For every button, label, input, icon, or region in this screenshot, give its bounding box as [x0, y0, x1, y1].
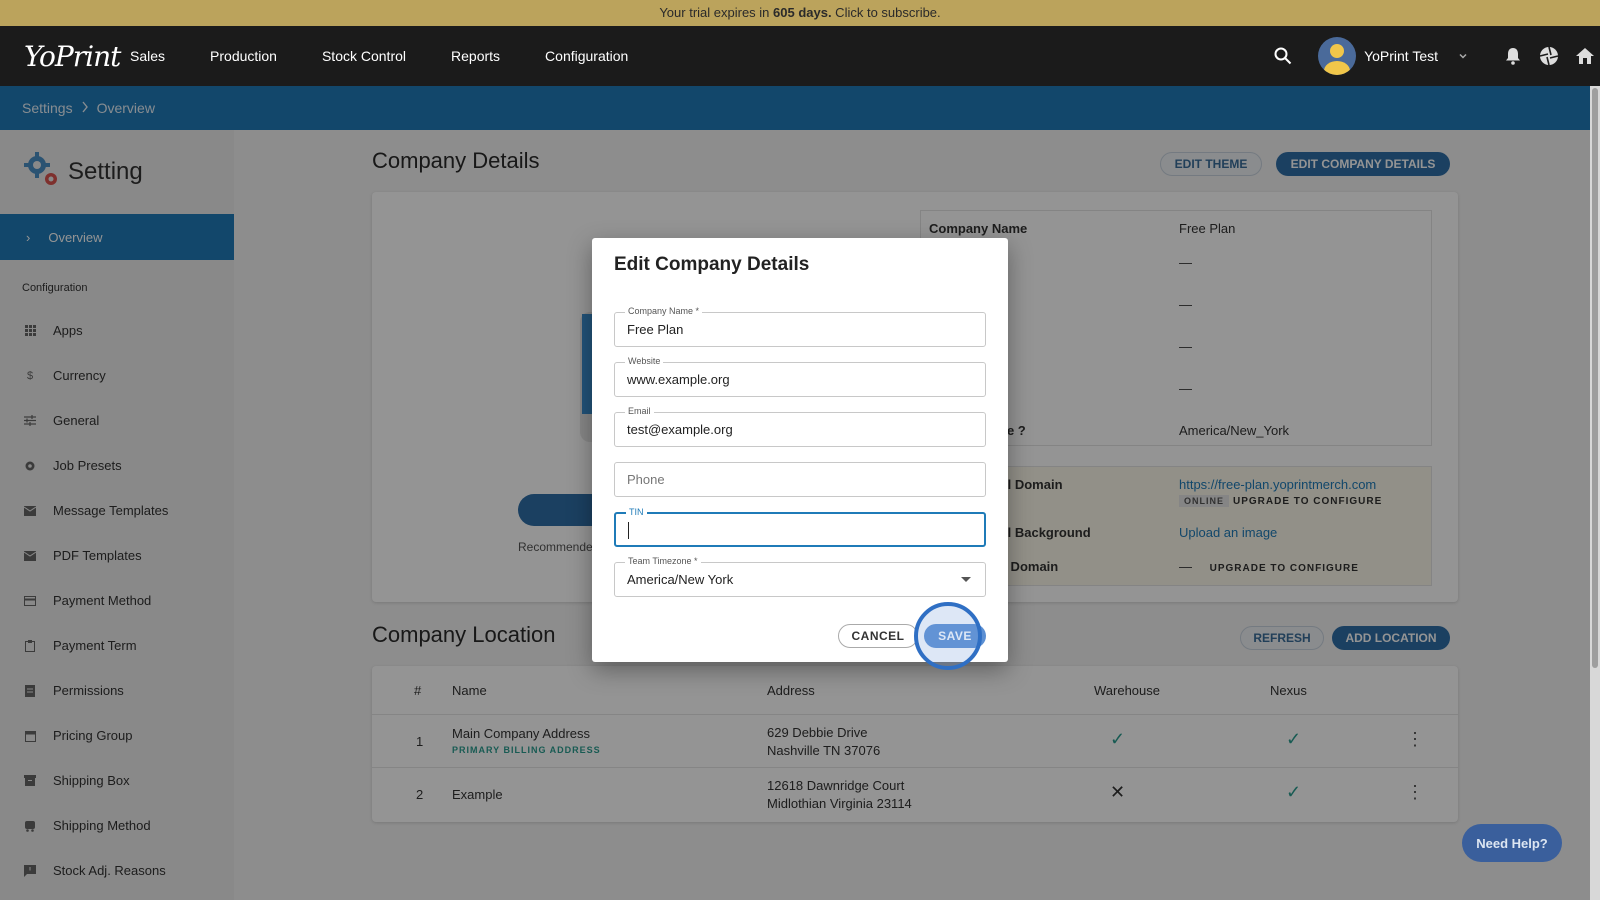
yoprint-logo[interactable]: YoPrint	[24, 40, 130, 73]
website-field[interactable]: Website www.example.org	[614, 356, 986, 397]
field-label: Company Name *	[625, 306, 703, 316]
page-scrollbar[interactable]	[1590, 86, 1600, 900]
nav-sales[interactable]: Sales	[130, 48, 165, 64]
search-icon[interactable]	[1272, 45, 1294, 67]
user-name[interactable]: YoPrint Test	[1364, 48, 1438, 64]
email-field[interactable]: Email test@example.org	[614, 406, 986, 447]
phone-field[interactable]: Phone	[614, 462, 986, 497]
edit-company-details-dialog: Edit Company Details Company Name * Free…	[592, 238, 1008, 662]
dropdown-arrow-icon[interactable]	[961, 577, 971, 582]
need-help-button[interactable]: Need Help?	[1462, 824, 1562, 862]
field-value: test@example.org	[627, 422, 733, 437]
click-indicator	[914, 602, 982, 670]
field-label: Team Timezone *	[625, 556, 701, 566]
cancel-button[interactable]: CANCEL	[838, 624, 918, 648]
field-value: Free Plan	[627, 322, 684, 337]
trial-suffix: Click to subscribe.	[831, 5, 941, 20]
field-value: America/New York	[627, 572, 734, 587]
field-label: Email	[625, 406, 654, 416]
main-nav: Sales Production Stock Control Reports C…	[130, 48, 673, 64]
nav-stock-control[interactable]: Stock Control	[322, 48, 406, 64]
avatar[interactable]	[1318, 37, 1357, 75]
trial-banner[interactable]: Your trial expires in 605 days. Click to…	[0, 0, 1600, 26]
nav-production[interactable]: Production	[210, 48, 277, 64]
scrollbar-thumb[interactable]	[1592, 88, 1598, 668]
top-navigation-bar: YoPrint Sales Production Stock Control R…	[0, 26, 1600, 86]
field-label: Website	[625, 356, 664, 366]
trial-prefix: Your trial expires in	[659, 5, 774, 20]
dialog-title: Edit Company Details	[614, 254, 810, 275]
bell-icon[interactable]	[1502, 45, 1524, 67]
nav-configuration[interactable]: Configuration	[545, 48, 628, 64]
aperture-icon[interactable]	[1538, 45, 1560, 67]
company-name-field[interactable]: Company Name * Free Plan	[614, 306, 986, 347]
field-label: TIN	[626, 507, 647, 517]
field-placeholder: Phone	[627, 472, 665, 487]
tin-field[interactable]: TIN	[614, 507, 986, 547]
home-icon[interactable]	[1574, 45, 1596, 67]
text-cursor	[628, 522, 629, 539]
nav-reports[interactable]: Reports	[451, 48, 500, 64]
trial-days: 605 days.	[773, 5, 832, 20]
chevron-down-icon[interactable]	[1452, 45, 1474, 67]
team-timezone-select[interactable]: Team Timezone * America/New York	[614, 556, 986, 597]
top-right-controls: YoPrint Test	[1272, 26, 1600, 86]
field-value: www.example.org	[627, 372, 730, 387]
